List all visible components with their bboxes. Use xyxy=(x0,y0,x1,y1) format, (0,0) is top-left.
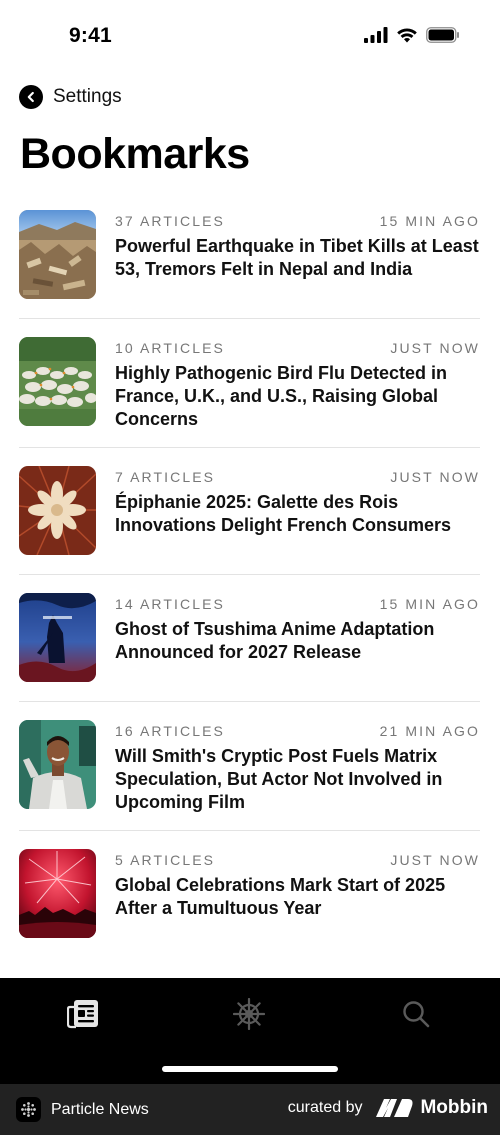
bookmark-meta: 7 ARTICLES JUST NOW xyxy=(115,469,480,485)
bookmark-item[interactable]: 37 ARTICLES 15 MIN AGO Powerful Earthqua… xyxy=(0,198,500,319)
footer: Particle News curated by Mobbin xyxy=(0,1084,500,1135)
article-count: 10 ARTICLES xyxy=(115,340,225,356)
bookmark-meta: 37 ARTICLES 15 MIN AGO xyxy=(115,213,480,229)
article-count: 16 ARTICLES xyxy=(115,723,225,739)
mobbin-logo-icon xyxy=(376,1099,413,1117)
anime-poster-image xyxy=(19,593,96,682)
battery-icon xyxy=(426,27,459,43)
footer-app-name: Particle News xyxy=(51,1100,149,1118)
back-label: Settings xyxy=(53,86,122,107)
mobbin-label: Mobbin xyxy=(420,1097,488,1118)
back-button[interactable]: Settings xyxy=(19,84,122,110)
mobbin-brand: Mobbin xyxy=(376,1097,488,1119)
newspaper-icon xyxy=(67,1000,98,1029)
bookmark-headline: Global Celebrations Mark Start of 2025 A… xyxy=(115,875,446,918)
bookmark-item[interactable]: 16 ARTICLES 21 MIN AGO Will Smith's Cryp… xyxy=(0,701,500,831)
timestamp: 15 MIN AGO xyxy=(379,213,480,229)
tab-news[interactable] xyxy=(63,994,103,1034)
timestamp: JUST NOW xyxy=(390,852,480,868)
home-indicator[interactable] xyxy=(162,1066,338,1072)
article-count: 14 ARTICLES xyxy=(115,596,225,612)
timestamp: 21 MIN AGO xyxy=(379,723,480,739)
page-title: Bookmarks xyxy=(20,130,250,178)
bookmark-meta: 14 ARTICLES 15 MIN AGO xyxy=(115,596,480,612)
bookmark-item[interactable]: 5 ARTICLES JUST NOW Global Celebrations … xyxy=(0,830,500,950)
bookmark-headline: Powerful Earthquake in Tibet Kills at Le… xyxy=(115,236,479,279)
timestamp: JUST NOW xyxy=(390,469,480,485)
wifi-icon xyxy=(397,28,417,43)
timestamp: JUST NOW xyxy=(390,340,480,356)
bookmark-item[interactable]: 14 ARTICLES 15 MIN AGO Ghost of Tsushima… xyxy=(0,574,500,702)
bookmark-headline: Highly Pathogenic Bird Flu Detected in F… xyxy=(115,363,448,429)
bookmark-item[interactable]: 10 ARTICLES JUST NOW Highly Pathogenic B… xyxy=(0,318,500,448)
actor-portrait-image xyxy=(19,720,96,809)
bookmark-meta: 16 ARTICLES 21 MIN AGO xyxy=(115,723,480,739)
tab-bar xyxy=(0,978,500,1084)
bookmark-headline: Will Smith's Cryptic Post Fuels Matrix S… xyxy=(115,746,443,812)
search-icon xyxy=(403,1001,430,1028)
tab-search[interactable] xyxy=(396,994,436,1034)
fireworks-image xyxy=(19,849,96,938)
bookmark-headline: Ghost of Tsushima Anime Adaptation Annou… xyxy=(115,619,435,662)
bookmark-list: 37 ARTICLES 15 MIN AGO Powerful Earthqua… xyxy=(0,198,500,950)
status-icons xyxy=(364,27,460,43)
cellular-signal-icon xyxy=(364,27,388,43)
galette-cake-image xyxy=(19,466,96,555)
timestamp: 15 MIN AGO xyxy=(379,596,480,612)
bookmark-meta: 5 ARTICLES JUST NOW xyxy=(115,852,480,868)
bookmark-headline: Épiphanie 2025: Galette des Rois Innovat… xyxy=(115,492,452,535)
app-logo-icon xyxy=(16,1097,41,1122)
article-count: 37 ARTICLES xyxy=(115,213,225,229)
geese-flock-image xyxy=(19,337,96,426)
back-chevron-icon xyxy=(19,85,43,109)
bookmark-item[interactable]: 7 ARTICLES JUST NOW Épiphanie 2025: Gale… xyxy=(0,447,500,575)
tab-explore[interactable] xyxy=(229,994,269,1034)
status-time: 9:41 xyxy=(69,24,112,47)
article-count: 7 ARTICLES xyxy=(115,469,216,485)
footer-app: Particle News xyxy=(16,1097,149,1122)
footer-credit: curated by Mobbin xyxy=(288,1097,488,1119)
curated-by-label: curated by xyxy=(287,1099,363,1116)
status-bar: 9:41 xyxy=(0,0,500,74)
earthquake-rubble-image xyxy=(19,210,96,299)
article-count: 5 ARTICLES xyxy=(115,852,216,868)
helm-icon xyxy=(233,998,265,1030)
bookmark-meta: 10 ARTICLES JUST NOW xyxy=(115,340,480,356)
